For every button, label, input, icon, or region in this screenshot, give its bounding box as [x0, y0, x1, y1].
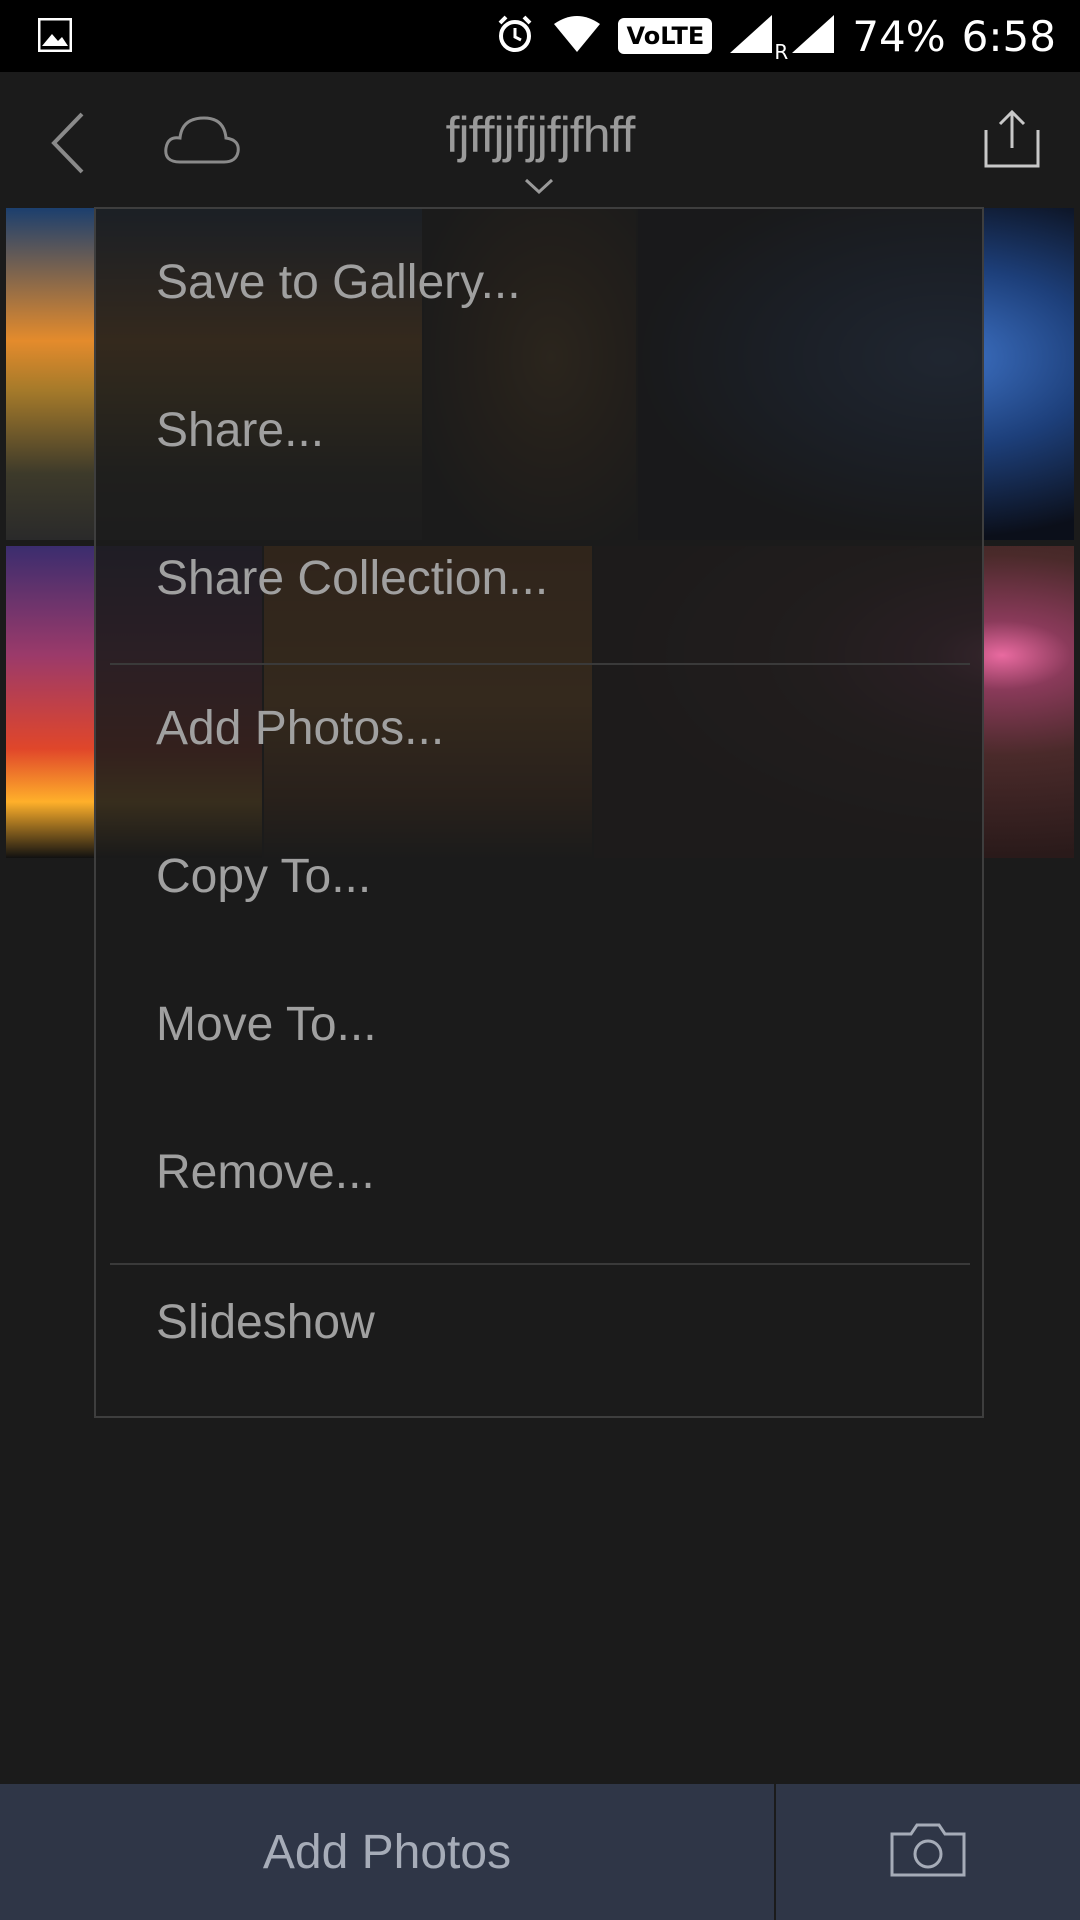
status-bar: VoLTE R 74% 6:58 — [0, 0, 1080, 72]
collection-options-menu: Save to Gallery... Share... Share Collec… — [94, 207, 984, 1418]
signal-icon: R — [728, 13, 788, 64]
share-icon[interactable] — [982, 108, 1042, 170]
volte-badge: VoLTE — [618, 18, 713, 54]
battery-percent: 74% — [852, 11, 946, 61]
menu-item-share-collection[interactable]: Share Collection... — [96, 505, 982, 653]
roaming-indicator: R — [774, 39, 789, 64]
add-photos-button[interactable]: Add Photos — [0, 1784, 774, 1920]
app-bar: fjffjjfjjfjfhff — [0, 72, 1080, 208]
camera-icon — [889, 1822, 967, 1883]
menu-item-move-to[interactable]: Move To... — [96, 951, 982, 1099]
menu-item-slideshow[interactable]: Slideshow — [96, 1249, 982, 1397]
collection-title[interactable]: fjffjjfjjfjfhff — [0, 106, 1080, 164]
signal-icon — [790, 13, 836, 60]
menu-item-remove[interactable]: Remove... — [96, 1099, 982, 1247]
menu-item-copy-to[interactable]: Copy To... — [96, 803, 982, 951]
alarm-icon — [494, 13, 536, 60]
menu-item-save-to-gallery[interactable]: Save to Gallery... — [96, 209, 982, 357]
wifi-icon — [552, 14, 602, 59]
camera-button[interactable] — [776, 1784, 1080, 1920]
gallery-icon — [37, 17, 73, 57]
chevron-down-icon[interactable] — [522, 176, 556, 196]
clock: 6:58 — [961, 11, 1056, 61]
menu-item-add-photos[interactable]: Add Photos... — [96, 655, 982, 803]
menu-item-share[interactable]: Share... — [96, 357, 982, 505]
bottom-bar: Add Photos — [0, 1784, 1080, 1920]
